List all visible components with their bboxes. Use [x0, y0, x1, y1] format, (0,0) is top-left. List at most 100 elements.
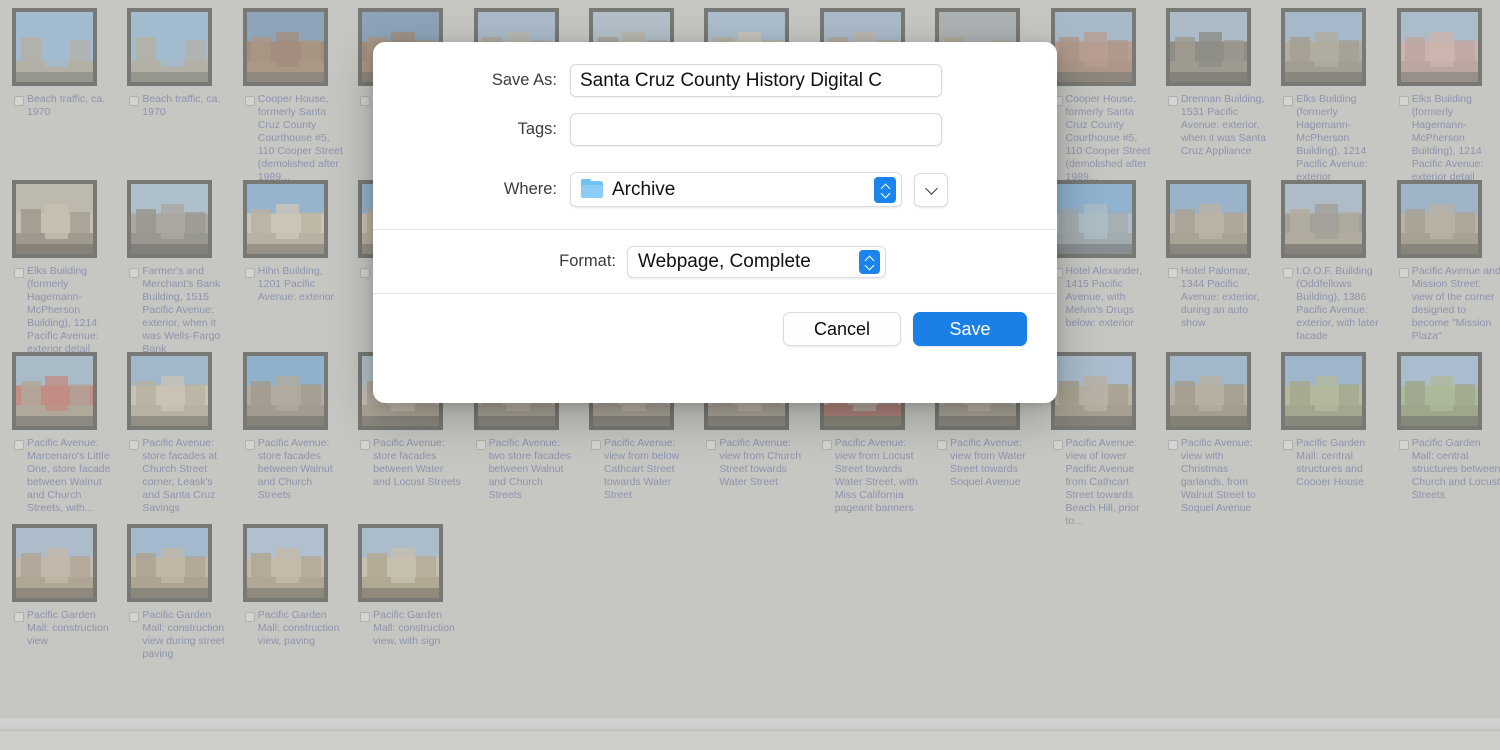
thumbnail-image[interactable]	[1396, 8, 1482, 86]
gallery-item-caption: Hotel Alexander, 1415 Pacific Avenue, wi…	[1051, 260, 1158, 352]
select-checkbox[interactable]	[1167, 440, 1178, 450]
gallery-item[interactable]: Elks Building (formerly Hagemann-McPhers…	[12, 180, 127, 352]
select-checkbox[interactable]	[360, 268, 371, 278]
select-checkbox[interactable]	[244, 612, 255, 622]
select-checkbox[interactable]	[360, 96, 371, 106]
select-checkbox[interactable]	[590, 440, 601, 450]
thumbnail-image[interactable]	[242, 524, 328, 602]
select-checkbox[interactable]	[244, 440, 255, 450]
gallery-item-caption: Pacific Garden Mall: construction view	[12, 604, 119, 696]
where-label: Where:	[503, 180, 557, 198]
thumbnail-image[interactable]	[1165, 8, 1251, 86]
gallery-item[interactable]: Cooper House, formerly Santa Cruz County…	[1050, 8, 1166, 180]
select-checkbox[interactable]	[129, 440, 140, 450]
select-checkbox[interactable]	[475, 440, 486, 450]
gallery-item[interactable]: Elks Building (formerly Hagemann-McPhers…	[1281, 8, 1396, 180]
gallery-item[interactable]: Pacific Avenue and Mission Street: view …	[1396, 180, 1500, 352]
gallery-item[interactable]: Pacific Garden Mall: central structures …	[1396, 352, 1500, 524]
gallery-item[interactable]: Pacific Garden Mall: construction view, …	[242, 524, 358, 696]
select-checkbox[interactable]	[244, 268, 255, 278]
gallery-item[interactable]: Pacific Avenue: view of lower Pacific Av…	[1050, 352, 1166, 524]
select-checkbox[interactable]	[14, 96, 24, 106]
gallery-item[interactable]: Pacific Garden Mall: construction view	[12, 524, 127, 696]
thumbnail-image[interactable]	[242, 8, 328, 86]
thumbnail-image[interactable]	[12, 180, 97, 258]
select-checkbox[interactable]	[821, 440, 832, 450]
select-checkbox[interactable]	[360, 440, 371, 450]
select-checkbox[interactable]	[937, 440, 948, 450]
select-checkbox[interactable]	[1167, 96, 1178, 106]
thumbnail-image[interactable]	[127, 524, 213, 602]
thumbnail-image[interactable]	[1050, 180, 1136, 258]
thumbnail-image[interactable]	[1281, 8, 1367, 86]
select-checkbox[interactable]	[1283, 96, 1294, 106]
thumbnail-image[interactable]	[12, 352, 97, 430]
select-checkbox[interactable]	[360, 612, 371, 622]
thumbnail-image[interactable]	[127, 352, 213, 430]
gallery-item[interactable]: Pacific Avenue: view with Christmas garl…	[1165, 352, 1281, 524]
thumbnail-image[interactable]	[12, 524, 97, 602]
select-checkbox[interactable]	[1052, 440, 1063, 450]
gallery-item[interactable]: Pacific Avenue: store facades at Church …	[127, 352, 242, 524]
cancel-button[interactable]: Cancel	[783, 312, 901, 346]
gallery-item-caption: Pacific Avenue: view from below Cathcart…	[589, 432, 696, 524]
gallery-item[interactable]: Hotel Palomar, 1344 Pacific Avenue: exte…	[1165, 180, 1281, 352]
expand-browser-button[interactable]	[914, 172, 948, 207]
thumbnail-image[interactable]	[1050, 352, 1136, 430]
thumbnail-image[interactable]	[242, 180, 328, 258]
thumbnail-image[interactable]	[358, 524, 444, 602]
thumbnail-image[interactable]	[127, 180, 213, 258]
select-checkbox[interactable]	[1398, 96, 1409, 106]
gallery-item[interactable]: Elks Building (formerly Hagemann-McPhers…	[1396, 8, 1500, 180]
select-checkbox[interactable]	[14, 612, 24, 622]
gallery-item[interactable]: Pacific Garden Mall: construction view d…	[127, 524, 242, 696]
caption-text: Pacific Avenue: two store facades betwee…	[488, 437, 571, 501]
select-checkbox[interactable]	[1398, 268, 1409, 278]
select-checkbox[interactable]	[129, 96, 140, 106]
thumbnail-image[interactable]	[242, 352, 328, 430]
gallery-item[interactable]: I.O.O.F. Building (Oddfellows Building),…	[1281, 180, 1396, 352]
gallery-item[interactable]: Beach traffic, ca. 1970	[127, 8, 242, 180]
gallery-item[interactable]: Cooper House, formerly Santa Cruz County…	[242, 8, 358, 180]
select-checkbox[interactable]	[14, 440, 24, 450]
thumbnail-image[interactable]	[127, 8, 213, 86]
thumbnail-image[interactable]	[1165, 352, 1251, 430]
gallery-item[interactable]: Farmer's and Merchant's Bank Building, 1…	[127, 180, 242, 352]
where-stepper-icon[interactable]	[874, 176, 896, 203]
caption-text: Pacific Garden Mall: construction view, …	[257, 609, 340, 647]
gallery-item[interactable]: Beach traffic, ca. 1970	[12, 8, 127, 180]
thumbnail-image[interactable]	[1396, 352, 1482, 430]
tags-input[interactable]	[570, 113, 942, 146]
thumbnail-image[interactable]	[1396, 180, 1482, 258]
thumbnail-wrap	[127, 352, 234, 432]
select-checkbox[interactable]	[1283, 268, 1294, 278]
select-checkbox[interactable]	[706, 440, 717, 450]
thumbnail-image[interactable]	[1165, 180, 1251, 258]
select-checkbox[interactable]	[1398, 440, 1409, 450]
gallery-item[interactable]: Hihn Building, 1201 Pacific Avenue: exte…	[242, 180, 358, 352]
gallery-item[interactable]: Pacific Garden Mall: construction view, …	[358, 524, 473, 696]
format-popup-button[interactable]: Webpage, Complete	[627, 245, 886, 278]
save-button[interactable]: Save	[913, 312, 1027, 346]
thumbnail-image[interactable]	[12, 8, 97, 86]
format-stepper-icon[interactable]	[859, 249, 880, 274]
thumbnail-image[interactable]	[1050, 8, 1136, 86]
thumbnail-wrap	[12, 352, 119, 432]
thumbnail-wrap	[1396, 8, 1500, 88]
thumbnail-image[interactable]	[1281, 180, 1367, 258]
select-checkbox[interactable]	[129, 612, 140, 622]
gallery-item[interactable]: Pacific Avenue: store facades between Wa…	[242, 352, 358, 524]
gallery-item[interactable]: Pacific Garden Mall: central structures …	[1281, 352, 1396, 524]
select-checkbox[interactable]	[1167, 268, 1178, 278]
gallery-item[interactable]: Pacific Avenue: Marcenaro's Little One, …	[12, 352, 127, 524]
select-checkbox[interactable]	[14, 268, 24, 278]
save-as-input[interactable]: Santa Cruz County History Digital C	[570, 64, 942, 97]
select-checkbox[interactable]	[244, 96, 255, 106]
select-checkbox[interactable]	[129, 268, 140, 278]
select-checkbox[interactable]	[1283, 440, 1294, 450]
thumbnail-image[interactable]	[1281, 352, 1367, 430]
gallery-item[interactable]: Hotel Alexander, 1415 Pacific Avenue, wi…	[1050, 180, 1166, 352]
gallery-item-caption: Cooper House, formerly Santa Cruz County…	[1051, 88, 1158, 180]
gallery-item[interactable]: Drennan Building, 1531 Pacific Avenue: e…	[1165, 8, 1281, 180]
where-popup-button[interactable]: Archive	[570, 172, 902, 207]
